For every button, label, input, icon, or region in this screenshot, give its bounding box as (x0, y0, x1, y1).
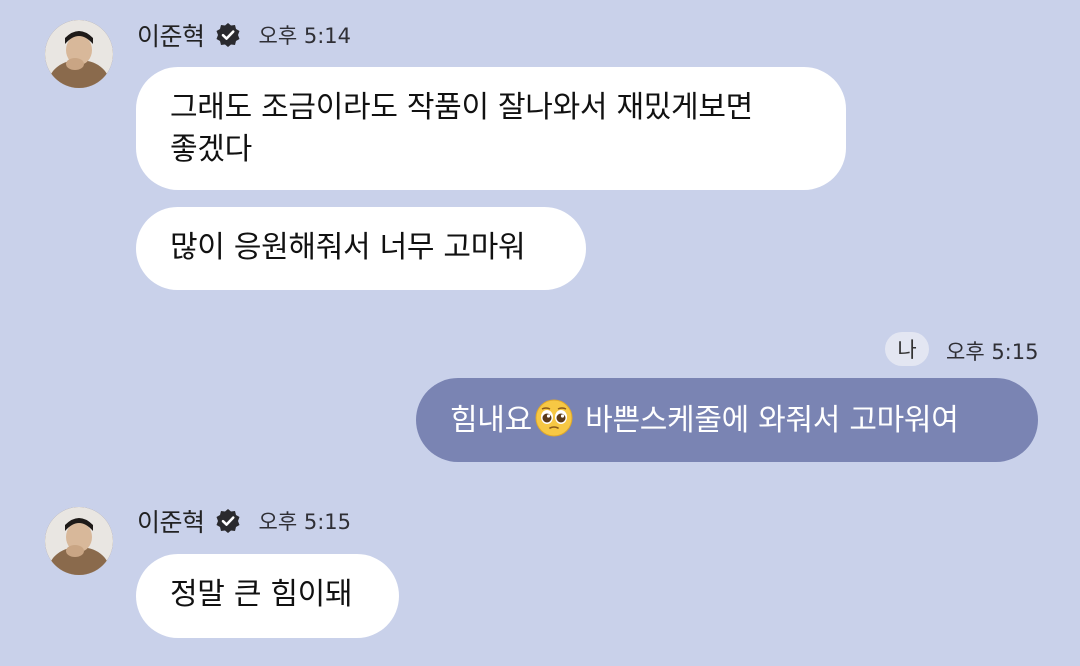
sender-name[interactable]: 이준혁 (137, 17, 205, 53)
sender-header: 이준혁 오후 5:14 (137, 18, 351, 52)
verified-badge-icon (216, 509, 240, 533)
message-timestamp: 오후 5:14 (258, 24, 351, 48)
sender-header: 이준혁 오후 5:15 (137, 504, 351, 538)
my-message-bubble[interactable]: 힘내요 바쁜스케줄에 와줘서 고마워여 (416, 378, 1038, 462)
message-bubble[interactable]: 정말 큰 힘이돼 (136, 554, 399, 638)
sender-name[interactable]: 이준혁 (137, 503, 205, 539)
message-timestamp: 오후 5:15 (946, 340, 1039, 364)
message-bubble[interactable]: 그래도 조금이라도 작품이 잘나와서 재밌게보면 좋겠다 (136, 67, 846, 190)
message-text-line: 좋겠다 (170, 132, 252, 167)
verified-badge-icon (216, 23, 240, 47)
me-badge: 나 (885, 332, 929, 366)
message-text: 정말 큰 힘이돼 (170, 577, 353, 612)
message-bubble[interactable]: 많이 응원해줘서 너무 고마워 (136, 207, 586, 290)
message-text: 힘내요 (450, 403, 532, 438)
message-text: 바쁜스케줄에 와줘서 고마워여 (575, 403, 959, 438)
message-timestamp: 오후 5:15 (258, 510, 351, 534)
message-text: 많이 응원해줘서 너무 고마워 (170, 230, 526, 265)
message-text-line: 그래도 조금이라도 작품이 잘나와서 재밌게보면 (170, 90, 753, 125)
pleading-face-emoji-icon (535, 399, 573, 437)
avatar[interactable] (45, 507, 113, 575)
avatar[interactable] (45, 20, 113, 88)
